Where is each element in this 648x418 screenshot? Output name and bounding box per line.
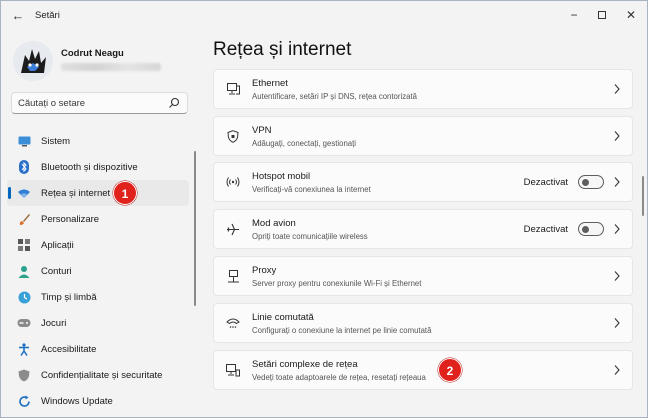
back-arrow-icon: ←: [11, 8, 25, 23]
sidebar-item-label: Windows Update: [41, 395, 113, 407]
card-hotspot-mobil[interactable]: Hotspot mobil Verificați-vă conexiunea l…: [213, 162, 633, 202]
globe-clock-icon: [17, 290, 31, 304]
app-title: Setări: [35, 10, 60, 21]
sidebar-item-label: Personalizare: [41, 213, 100, 225]
avatar[interactable]: [13, 41, 53, 81]
chevron-right-icon: [614, 365, 620, 375]
sidebar-scrollbar[interactable]: [194, 151, 196, 306]
card-title: VPN: [252, 125, 272, 136]
chevron-right-icon: [614, 84, 620, 94]
card-title: Setări complexe de rețea: [252, 359, 358, 370]
search-icon[interactable]: [168, 97, 180, 109]
toggle-knob: [582, 225, 589, 233]
card-setari-complexe-retea[interactable]: Setări complexe de rețea Vedeți toate ad…: [213, 350, 633, 390]
card-subtitle: Opriți toate comunicațiile wireless: [252, 232, 368, 241]
sidebar-item-label: Confidențialitate și securitate: [41, 369, 163, 381]
sidebar-item-personalizare[interactable]: Personalizare: [7, 206, 189, 232]
sidebar-item-conturi[interactable]: Conturi: [7, 258, 189, 284]
close-button[interactable]: ✕: [620, 5, 642, 25]
sidebar-item-jocuri[interactable]: Jocuri: [7, 310, 189, 336]
sidebar-item-label: Accesibilitate: [41, 343, 97, 355]
sidebar-item-aplicatii[interactable]: Aplicații: [7, 232, 189, 258]
card-title: Proxy: [252, 265, 277, 276]
sidebar-item-label: Timp și limbă: [41, 291, 97, 303]
title-bar: ← Setări − ✕: [1, 1, 647, 31]
chevron-right-icon: [614, 318, 620, 328]
card-title: Mod avion: [252, 218, 296, 229]
card-ethernet[interactable]: Ethernet Autentificare, setări IP și DNS…: [213, 69, 633, 109]
sidebar-item-label: Aplicații: [41, 239, 74, 251]
chevron-right-icon: [614, 131, 620, 141]
card-subtitle: Autentificare, setări IP și DNS, rețea c…: [252, 92, 417, 101]
card-subtitle: Configurați o conexiune la internet pe l…: [252, 326, 432, 335]
search-box[interactable]: [11, 92, 188, 114]
card-title: Hotspot mobil: [252, 171, 311, 182]
maximize-icon: [598, 10, 606, 19]
settings-window: ← Setări − ✕ Codrut Neagu Căutați o seta…: [0, 0, 648, 418]
card-mod-avion[interactable]: Mod avion Opriți toate comunicațiile wir…: [213, 209, 633, 249]
sidebar-item-label: Jocuri: [41, 317, 67, 329]
shield-icon: [17, 368, 31, 382]
sidebar-item-accesibilitate[interactable]: Accesibilitate: [7, 336, 189, 362]
hotspot-toggle[interactable]: [578, 175, 604, 189]
search-input[interactable]: [18, 96, 168, 111]
sidebar-item-confidentialitate[interactable]: Confidențialitate și securitate: [7, 362, 189, 388]
network-adapter-icon: [226, 363, 240, 377]
apps-icon: [17, 238, 31, 252]
toggle-state-label: Dezactivat: [523, 224, 568, 235]
card-subtitle: Server proxy pentru conexiunile Wi-Fi și…: [252, 279, 422, 288]
chevron-right-icon[interactable]: [613, 223, 621, 235]
maximize-button[interactable]: [591, 5, 613, 25]
sidebar-item-label: Bluetooth și dispozitive: [41, 161, 138, 173]
gamepad-icon: [17, 316, 31, 330]
close-icon: ✕: [625, 8, 637, 22]
callout-badge-2: 2: [438, 358, 462, 382]
sidebar-nav: Sistem Bluetooth și dispozitive Rețea și…: [7, 128, 189, 414]
toggle-knob: [582, 178, 589, 186]
airplane-icon: [226, 222, 240, 236]
chevron-right-icon: [614, 271, 620, 281]
main-scrollbar[interactable]: [642, 176, 644, 216]
card-vpn[interactable]: VPN Adăugați, conectați, gestionați: [213, 116, 633, 156]
card-title: Ethernet: [252, 78, 288, 89]
active-indicator: [8, 187, 11, 199]
wifi-icon: [17, 186, 31, 200]
ethernet-icon: [226, 82, 240, 96]
minimize-icon: −: [570, 8, 578, 22]
chevron-right-icon[interactable]: [613, 176, 621, 188]
page-title: Rețea și internet: [213, 39, 352, 60]
sidebar-item-label: Conturi: [41, 265, 72, 277]
proxy-icon: [226, 269, 240, 283]
sidebar-item-retea-internet[interactable]: Rețea și internet: [7, 180, 189, 206]
accessibility-icon: [17, 342, 31, 356]
sidebar-item-label: Rețea și internet: [41, 187, 111, 199]
sidebar-item-timp-limba[interactable]: Timp și limbă: [7, 284, 189, 310]
card-title: Linie comutată: [252, 312, 314, 323]
airplane-mode-toggle[interactable]: [578, 222, 604, 236]
card-linie-comutata[interactable]: Linie comutată Configurați o conexiune l…: [213, 303, 633, 343]
user-name: Codrut Neagu: [61, 48, 124, 59]
user-email-redacted: [61, 63, 161, 71]
toggle-state-label: Dezactivat: [523, 177, 568, 188]
vpn-shield-icon: [226, 129, 240, 143]
monitor-icon: [17, 134, 31, 148]
back-button[interactable]: ←: [9, 7, 27, 25]
card-subtitle: Verificați-vă conexiunea la internet: [252, 185, 371, 194]
card-proxy[interactable]: Proxy Server proxy pentru conexiunile Wi…: [213, 256, 633, 296]
minimize-button[interactable]: −: [563, 5, 585, 25]
sidebar-item-sistem[interactable]: Sistem: [7, 128, 189, 154]
callout-badge-1: 1: [113, 181, 137, 205]
sidebar-item-windows-update[interactable]: Windows Update: [7, 388, 189, 414]
brush-icon: [17, 212, 31, 226]
card-subtitle: Vedeți toate adaptoarele de rețea, reset…: [252, 373, 426, 382]
bluetooth-icon: [17, 160, 31, 174]
update-icon: [17, 394, 31, 408]
hotspot-icon: [226, 175, 240, 189]
card-subtitle: Adăugați, conectați, gestionați: [252, 139, 357, 148]
dialup-icon: [226, 316, 240, 330]
sidebar-item-bluetooth[interactable]: Bluetooth și dispozitive: [7, 154, 189, 180]
sidebar-item-label: Sistem: [41, 135, 71, 147]
person-icon: [17, 264, 31, 278]
